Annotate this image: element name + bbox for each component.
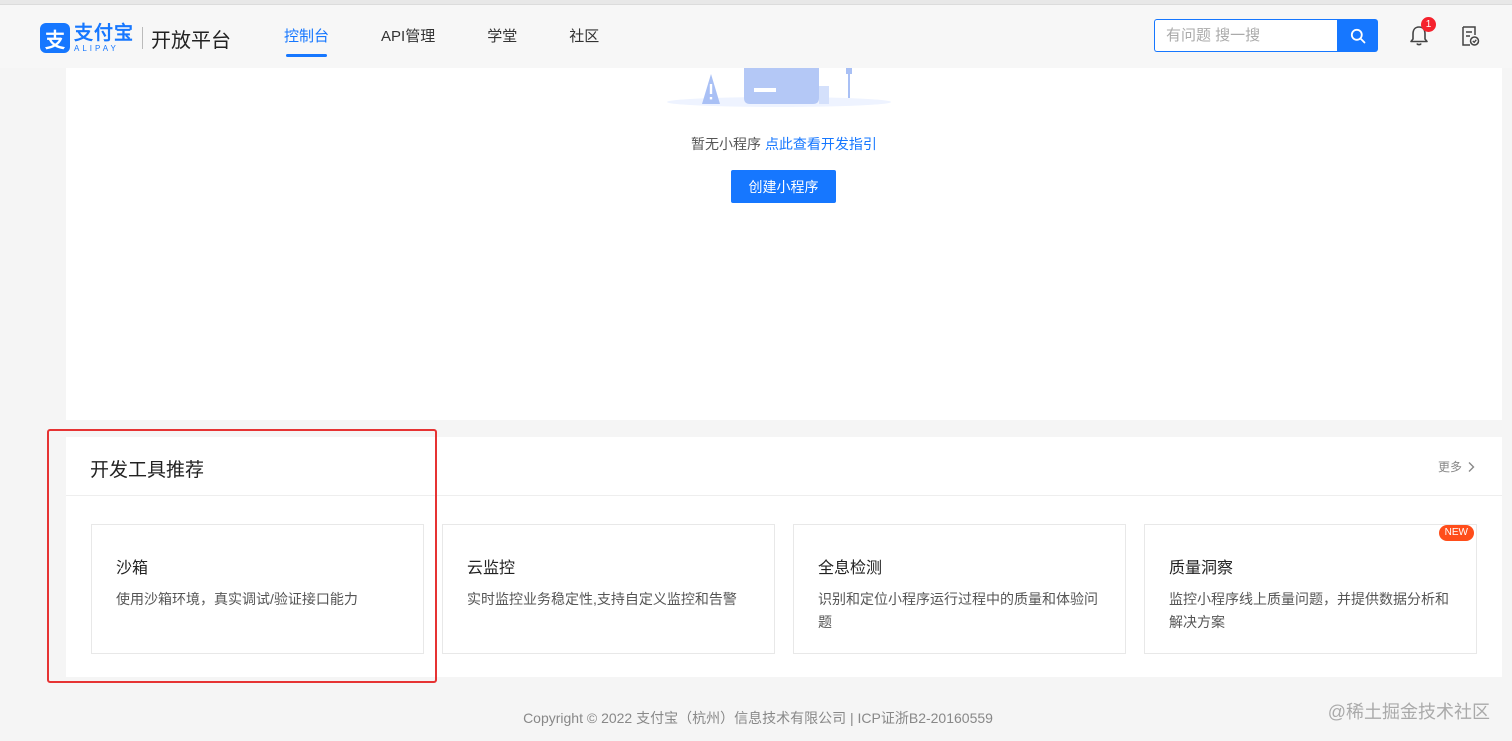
tool-card-title: 全息检测 xyxy=(818,560,883,577)
empty-state-text: 暂无小程序 xyxy=(691,136,762,152)
top-navbar: 支 支付宝 ALIPAY 开放平台 控制台 API管理 学堂 社区 1 xyxy=(0,5,1512,68)
create-mini-program-button[interactable]: 创建小程序 xyxy=(731,170,836,203)
main-nav: 控制台 API管理 学堂 社区 xyxy=(284,5,651,68)
nav-tab-academy[interactable]: 学堂 xyxy=(487,5,517,68)
nav-tab-community[interactable]: 社区 xyxy=(569,5,599,68)
new-badge: NEW xyxy=(1438,525,1474,541)
empty-state-message: 暂无小程序 点此查看开发指引 xyxy=(66,134,1502,154)
tool-card-title: 沙箱 xyxy=(116,560,149,577)
search-input[interactable] xyxy=(1154,19,1337,52)
logo-name-en: ALIPAY xyxy=(74,43,119,53)
dev-tools-header: 开发工具推荐 更多 xyxy=(66,437,1502,496)
search-bar xyxy=(1154,19,1378,52)
dev-guide-link[interactable]: 点此查看开发指引 xyxy=(765,136,877,152)
tool-card-title: 质量洞察 xyxy=(1169,560,1234,577)
tool-card-quality-insight[interactable]: 质量洞察 监控小程序线上质量问题，并提供数据分析和解决方案 NEW xyxy=(1144,524,1477,654)
mini-program-panel: 暂无小程序 点此查看开发指引 创建小程序 xyxy=(66,68,1502,420)
dev-tools-panel: 开发工具推荐 更多 沙箱 使用沙箱环境，真实调试/验证接口能力 云监控 实时监控… xyxy=(66,437,1502,677)
nav-tab-api[interactable]: API管理 xyxy=(381,5,435,68)
search-button[interactable] xyxy=(1337,19,1378,52)
tool-card-desc: 使用沙箱环境，真实调试/验证接口能力 xyxy=(116,591,358,607)
tool-card-desc: 识别和定位小程序运行过程中的质量和体验问题 xyxy=(818,591,1098,630)
footer-copyright: Copyright © 2022 支付宝（杭州）信息技术有限公司 | ICP证浙… xyxy=(523,710,993,726)
tool-card-cloud-monitor[interactable]: 云监控 实时监控业务稳定性,支持自定义监控和告警 xyxy=(442,524,775,654)
chevron-right-icon xyxy=(1468,461,1475,472)
tool-card-holographic-check[interactable]: 全息检测 识别和定位小程序运行过程中的质量和体验问题 xyxy=(793,524,1126,654)
more-link-label: 更多 xyxy=(1437,460,1462,474)
tool-card-desc: 监控小程序线上质量问题，并提供数据分析和解决方案 xyxy=(1169,591,1449,630)
tool-card-title: 云监控 xyxy=(467,560,516,577)
notification-badge: 1 xyxy=(1421,17,1436,32)
logo-text: 支付宝 ALIPAY xyxy=(74,24,134,53)
tool-card-desc: 实时监控业务稳定性,支持自定义监控和告警 xyxy=(467,591,737,607)
empty-state-illustration xyxy=(667,68,891,107)
search-icon xyxy=(1350,28,1365,43)
dev-tools-title: 开发工具推荐 xyxy=(90,460,205,481)
document-check-icon[interactable] xyxy=(1458,24,1482,48)
alipay-logo-icon: 支 xyxy=(40,23,70,53)
nav-tab-console[interactable]: 控制台 xyxy=(284,5,329,68)
logo-divider xyxy=(142,27,144,49)
watermark: @稀土掘金技术社区 xyxy=(1327,702,1490,722)
tool-card-sandbox[interactable]: 沙箱 使用沙箱环境，真实调试/验证接口能力 xyxy=(91,524,424,654)
alipay-logo[interactable]: 支 支付宝 ALIPAY 开放平台 xyxy=(40,23,231,53)
more-link[interactable]: 更多 xyxy=(1438,458,1476,475)
product-name: 开放平台 xyxy=(151,29,232,52)
logo-name-cn: 支付宝 xyxy=(74,22,135,44)
